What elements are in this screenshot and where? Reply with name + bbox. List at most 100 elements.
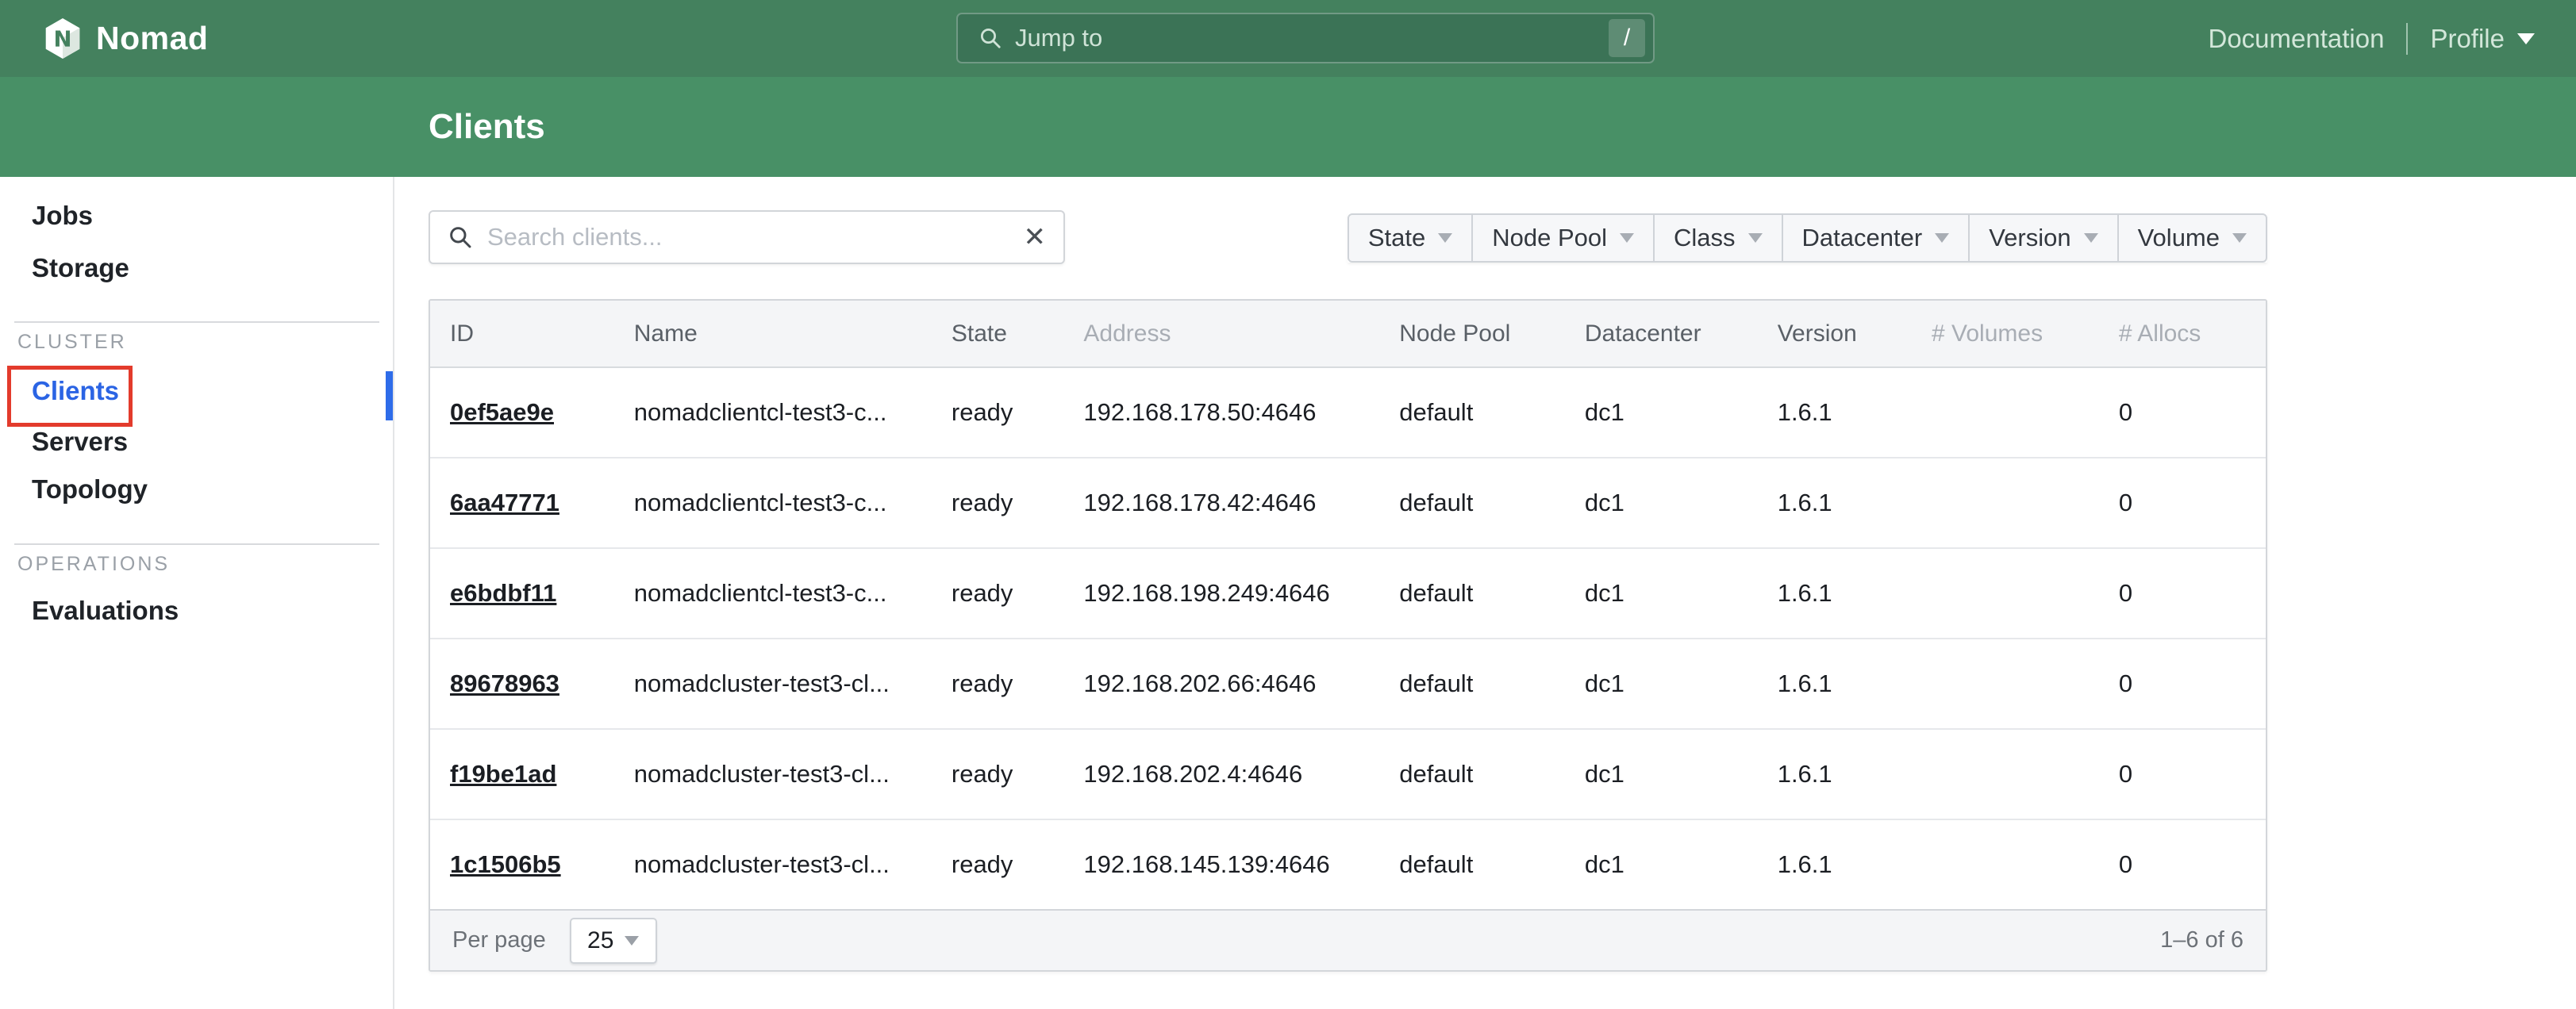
pagination-range: 1–6 of 6 <box>2160 927 2243 953</box>
filter-version[interactable]: Version <box>1968 213 2118 263</box>
nomad-clients-page: N Nomad / Documentation Profile Cli <box>0 0 2576 1009</box>
client-state: ready <box>952 850 1084 879</box>
client-name: nomadclientcl-test3-c... <box>634 489 952 517</box>
per-page-select[interactable]: 25 <box>570 918 657 964</box>
client-datacenter: dc1 <box>1585 489 1778 517</box>
client-node-pool: default <box>1399 760 1585 788</box>
client-name: nomadclientcl-test3-c... <box>634 398 952 427</box>
profile-menu-button[interactable]: Profile <box>2430 24 2535 54</box>
per-page-value: 25 <box>587 927 613 954</box>
filter-node-pool[interactable]: Node Pool <box>1471 213 1655 263</box>
client-version: 1.6.1 <box>1778 489 1932 517</box>
client-state: ready <box>952 398 1084 427</box>
client-version: 1.6.1 <box>1778 760 1932 788</box>
client-datacenter: dc1 <box>1585 579 1778 608</box>
client-version: 1.6.1 <box>1778 850 1932 879</box>
client-id-link[interactable]: 1c1506b5 <box>450 850 561 878</box>
client-address: 192.168.202.4:4646 <box>1083 760 1399 788</box>
nomad-logo-icon: N <box>44 17 82 59</box>
client-address: 192.168.198.249:4646 <box>1083 579 1399 608</box>
client-id-link[interactable]: e6bdbf11 <box>450 579 556 607</box>
clients-search-box: ✕ <box>429 210 1065 264</box>
documentation-link[interactable]: Documentation <box>2208 24 2384 54</box>
filter-class[interactable]: Class <box>1653 213 1783 263</box>
column-header-address: Address <box>1083 320 1399 347</box>
filter-volume[interactable]: Volume <box>2117 213 2267 263</box>
sidebar-section-cluster: CLUSTER <box>17 331 127 354</box>
column-header-node-pool[interactable]: Node Pool <box>1399 320 1585 347</box>
client-node-pool: default <box>1399 579 1585 608</box>
page-title: Clients <box>429 77 545 177</box>
chevron-down-icon <box>1748 233 1763 243</box>
client-id-link[interactable]: 6aa47771 <box>450 489 559 516</box>
client-allocs: 0 <box>2119 669 2266 698</box>
links-divider <box>2406 23 2408 55</box>
client-state: ready <box>952 579 1084 608</box>
client-id-link[interactable]: f19be1ad <box>450 760 556 788</box>
chevron-down-icon <box>1438 233 1452 243</box>
sidebar-divider <box>14 543 379 545</box>
client-node-pool: default <box>1399 398 1585 427</box>
top-right-links: Documentation Profile <box>2208 0 2535 77</box>
sidebar-item-jobs[interactable]: Jobs <box>32 201 93 231</box>
sidebar-nav: Jobs Storage CLUSTER Clients Servers Top… <box>0 177 394 1009</box>
client-node-pool: default <box>1399 489 1585 517</box>
client-allocs: 0 <box>2119 398 2266 427</box>
clear-search-icon[interactable]: ✕ <box>1024 224 1047 251</box>
table-footer: Per page 25 1–6 of 6 <box>430 909 2266 970</box>
table-row[interactable]: 89678963 nomadcluster-test3-cl... ready … <box>430 639 2266 730</box>
table-row[interactable]: 0ef5ae9e nomadclientcl-test3-c... ready … <box>430 368 2266 458</box>
sidebar-item-evaluations[interactable]: Evaluations <box>32 596 179 626</box>
client-state: ready <box>952 489 1084 517</box>
filter-state[interactable]: State <box>1348 213 1473 263</box>
client-datacenter: dc1 <box>1585 398 1778 427</box>
client-address: 192.168.178.50:4646 <box>1083 398 1399 427</box>
client-datacenter: dc1 <box>1585 760 1778 788</box>
client-address: 192.168.202.66:4646 <box>1083 669 1399 698</box>
sidebar-item-topology[interactable]: Topology <box>32 474 148 504</box>
sidebar-item-servers[interactable]: Servers <box>32 427 128 457</box>
table-header-row: ID Name State Address Node Pool Datacent… <box>430 301 2266 368</box>
column-header-name[interactable]: Name <box>634 320 952 347</box>
column-header-allocs: # Allocs <box>2119 320 2266 347</box>
column-header-volumes: # Volumes <box>1932 320 2119 347</box>
search-icon <box>448 224 473 250</box>
table-row[interactable]: e6bdbf11 nomadclientcl-test3-c... ready … <box>430 549 2266 639</box>
active-item-indicator <box>386 371 393 420</box>
chevron-down-icon <box>2084 233 2098 243</box>
per-page-label: Per page <box>452 927 546 953</box>
top-nav-bar: N Nomad / Documentation Profile <box>0 0 2576 77</box>
filter-datacenter[interactable]: Datacenter <box>1782 213 1970 263</box>
client-datacenter: dc1 <box>1585 850 1778 879</box>
client-name: nomadcluster-test3-cl... <box>634 669 952 698</box>
slash-shortcut-hint: / <box>1609 19 1645 57</box>
column-header-datacenter[interactable]: Datacenter <box>1585 320 1778 347</box>
table-row[interactable]: 1c1506b5 nomadcluster-test3-cl... ready … <box>430 820 2266 911</box>
table-row[interactable]: 6aa47771 nomadclientcl-test3-c... ready … <box>430 458 2266 549</box>
column-header-version[interactable]: Version <box>1778 320 1932 347</box>
client-allocs: 0 <box>2119 850 2266 879</box>
jump-to-input[interactable] <box>1015 24 1609 52</box>
brand-home-link[interactable]: N Nomad <box>44 0 208 77</box>
svg-text:N: N <box>54 27 72 52</box>
client-name: nomadcluster-test3-cl... <box>634 760 952 788</box>
sidebar-divider <box>14 321 379 323</box>
client-id-link[interactable]: 89678963 <box>450 669 559 697</box>
page-header-band: Clients <box>0 77 2576 177</box>
clients-table: ID Name State Address Node Pool Datacent… <box>429 299 2267 972</box>
chevron-down-icon <box>1620 233 1634 243</box>
client-version: 1.6.1 <box>1778 669 1932 698</box>
sidebar-item-storage[interactable]: Storage <box>32 253 129 283</box>
column-header-state[interactable]: State <box>952 320 1084 347</box>
client-id-link[interactable]: 0ef5ae9e <box>450 398 554 426</box>
chevron-down-icon <box>2232 233 2247 243</box>
sidebar-section-operations: OPERATIONS <box>17 553 170 576</box>
column-header-id[interactable]: ID <box>430 320 634 347</box>
table-row[interactable]: f19be1ad nomadcluster-test3-cl... ready … <box>430 730 2266 820</box>
filter-bar: State Node Pool Class Datacenter Version… <box>1348 213 2267 263</box>
client-datacenter: dc1 <box>1585 669 1778 698</box>
client-version: 1.6.1 <box>1778 398 1932 427</box>
profile-label: Profile <box>2430 24 2505 54</box>
client-state: ready <box>952 760 1084 788</box>
clients-search-input[interactable] <box>487 223 1009 251</box>
